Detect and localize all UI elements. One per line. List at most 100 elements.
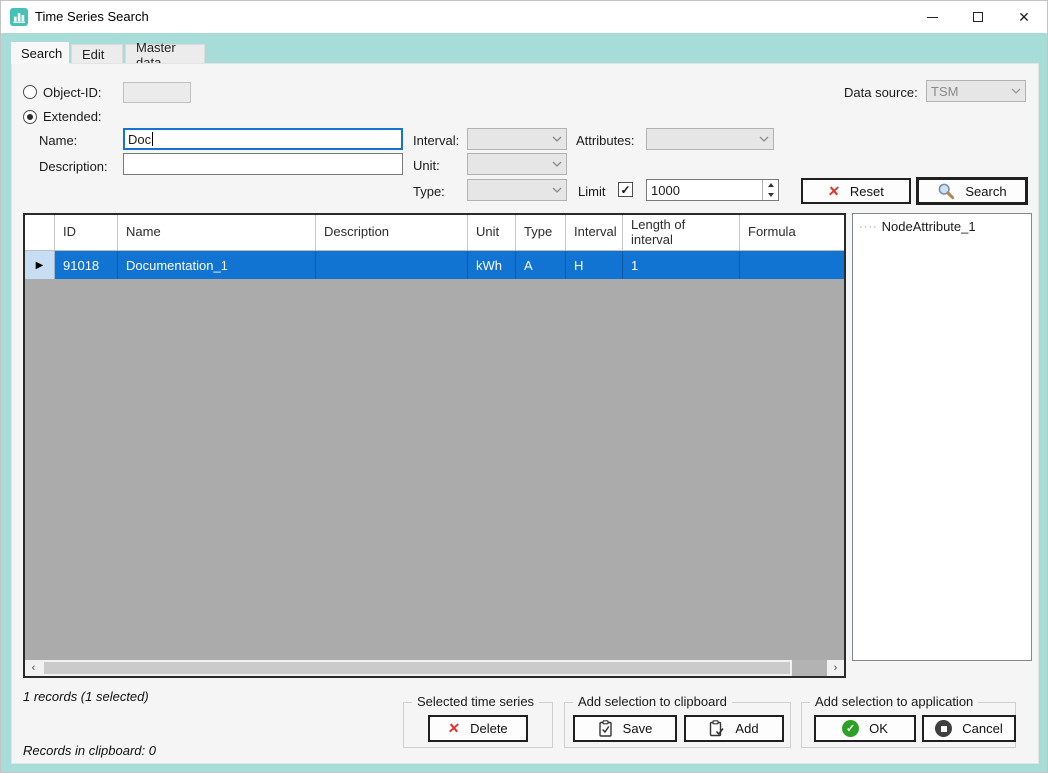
selected-time-series-title: Selected time series <box>412 694 539 709</box>
save-button-label: Save <box>623 721 653 736</box>
grid-header-name[interactable]: Name <box>118 215 316 250</box>
cancel-stop-icon <box>935 720 952 737</box>
grid-header-row: ID Name Description Unit Type Interval L… <box>25 215 844 251</box>
reset-button-label: Reset <box>850 184 884 199</box>
scroll-right-icon[interactable]: › <box>827 660 844 676</box>
minimize-button[interactable] <box>909 1 955 33</box>
delete-button-label: Delete <box>470 721 508 736</box>
close-icon: ✕ <box>1018 9 1030 26</box>
chevron-down-icon <box>759 136 769 142</box>
cell-length-of-interval[interactable]: 1 <box>623 251 740 279</box>
grid-header-unit[interactable]: Unit <box>468 215 516 250</box>
name-label: Name: <box>39 133 77 148</box>
interval-dropdown[interactable] <box>467 128 567 150</box>
tab-master-data[interactable]: Master data <box>125 44 205 64</box>
add-button[interactable]: Add <box>684 715 784 742</box>
limit-value: 1000 <box>647 180 762 200</box>
table-row-selected[interactable]: ▶ 91018 Documentation_1 kWh A H 1 <box>25 251 844 279</box>
scrollbar-thumb[interactable] <box>42 660 792 676</box>
scroll-left-icon[interactable]: ‹ <box>25 660 42 676</box>
time-series-search-window: Time Series Search ✕ Search Edit Master … <box>0 0 1048 773</box>
name-input[interactable]: Doc <box>123 128 403 150</box>
maximize-icon <box>973 12 983 22</box>
name-value: Doc <box>128 132 151 147</box>
grid-horizontal-scrollbar[interactable]: ‹ › <box>25 660 844 676</box>
paste-check-icon <box>709 720 725 737</box>
add-button-label: Add <box>735 721 758 736</box>
extended-radio[interactable] <box>23 110 37 124</box>
chevron-down-icon <box>552 161 562 167</box>
add-to-clipboard-group: Add selection to clipboard Save Add <box>564 702 791 748</box>
data-source-value: TSM <box>931 84 1007 99</box>
limit-label: Limit <box>578 184 605 199</box>
close-button[interactable]: ✕ <box>1001 1 1047 33</box>
red-x-icon: ✕ <box>827 183 841 200</box>
description-input[interactable] <box>123 153 403 175</box>
type-dropdown[interactable] <box>467 179 567 201</box>
selected-time-series-group: Selected time series ✕ Delete <box>403 702 553 748</box>
maximize-button[interactable] <box>955 1 1001 33</box>
cancel-button[interactable]: Cancel <box>922 715 1016 742</box>
cell-type[interactable]: A <box>516 251 566 279</box>
extended-label: Extended: <box>43 109 102 124</box>
ok-button-label: OK <box>869 721 888 736</box>
grid-selector-header[interactable] <box>25 215 55 250</box>
add-to-application-title: Add selection to application <box>810 694 978 709</box>
cancel-button-label: Cancel <box>962 721 1002 736</box>
clipboard-status: Records in clipboard: 0 <box>23 743 156 758</box>
add-to-application-group: Add selection to application ✓ OK Cancel <box>801 702 1016 748</box>
unit-dropdown[interactable] <box>467 153 567 175</box>
grid-header-id[interactable]: ID <box>55 215 118 250</box>
reset-button[interactable]: ✕ Reset <box>801 178 911 204</box>
cell-unit[interactable]: kWh <box>468 251 516 279</box>
row-selector-cell[interactable]: ▶ <box>25 251 55 279</box>
save-button[interactable]: Save <box>573 715 677 742</box>
interval-label: Interval: <box>413 133 459 148</box>
tree-item-nodeattribute-1[interactable]: ···· NodeAttribute_1 <box>859 219 1025 234</box>
object-id-radio[interactable] <box>23 85 37 99</box>
cell-id[interactable]: 91018 <box>55 251 118 279</box>
cell-formula[interactable] <box>740 251 844 279</box>
row-selector-arrow-icon: ▶ <box>36 260 44 271</box>
cell-name[interactable]: Documentation_1 <box>118 251 316 279</box>
object-id-label: Object-ID: <box>43 85 102 100</box>
grid-header-formula[interactable]: Formula <box>740 215 844 250</box>
grid-header-interval[interactable]: Interval <box>566 215 623 250</box>
object-id-field <box>123 82 191 103</box>
node-attribute-tree: ···· NodeAttribute_1 <box>852 213 1032 661</box>
attributes-label: Attributes: <box>576 133 635 148</box>
search-button[interactable]: Search <box>916 177 1028 205</box>
chevron-down-icon <box>552 187 562 193</box>
tab-search[interactable]: Search <box>11 42 69 64</box>
title-bar: Time Series Search ✕ <box>1 1 1047 33</box>
delete-button[interactable]: ✕ Delete <box>428 715 528 742</box>
app-bar-chart-icon <box>10 8 28 26</box>
records-status: 1 records (1 selected) <box>23 689 149 704</box>
spin-down-icon[interactable] <box>763 190 778 200</box>
cell-description[interactable] <box>316 251 468 279</box>
spinner-buttons[interactable] <box>762 180 778 200</box>
magnifier-icon <box>937 182 955 200</box>
clipboard-check-icon <box>598 720 613 737</box>
type-label: Type: <box>413 184 445 199</box>
data-source-label: Data source: <box>844 85 918 100</box>
grid-header-length-of-interval[interactable]: Length of interval <box>623 215 740 250</box>
description-label: Description: <box>39 159 108 174</box>
attributes-dropdown[interactable] <box>646 128 774 150</box>
tree-branch-dots: ···· <box>859 221 878 233</box>
grid-header-type[interactable]: Type <box>516 215 566 250</box>
data-source-dropdown: TSM <box>926 80 1026 102</box>
cell-interval[interactable]: H <box>566 251 623 279</box>
limit-checkbox[interactable]: ✓ <box>618 182 633 197</box>
results-grid: ID Name Description Unit Type Interval L… <box>23 213 846 678</box>
spin-up-icon[interactable] <box>763 180 778 190</box>
red-x-icon: ✕ <box>447 720 461 737</box>
limit-spinner[interactable]: 1000 <box>646 179 779 201</box>
grid-header-description[interactable]: Description <box>316 215 468 250</box>
tab-edit[interactable]: Edit <box>71 44 123 64</box>
add-to-clipboard-title: Add selection to clipboard <box>573 694 732 709</box>
minimize-icon <box>927 17 938 18</box>
checkmark-icon: ✓ <box>620 183 630 197</box>
tree-item-label: NodeAttribute_1 <box>882 219 976 234</box>
ok-button[interactable]: ✓ OK <box>814 715 916 742</box>
